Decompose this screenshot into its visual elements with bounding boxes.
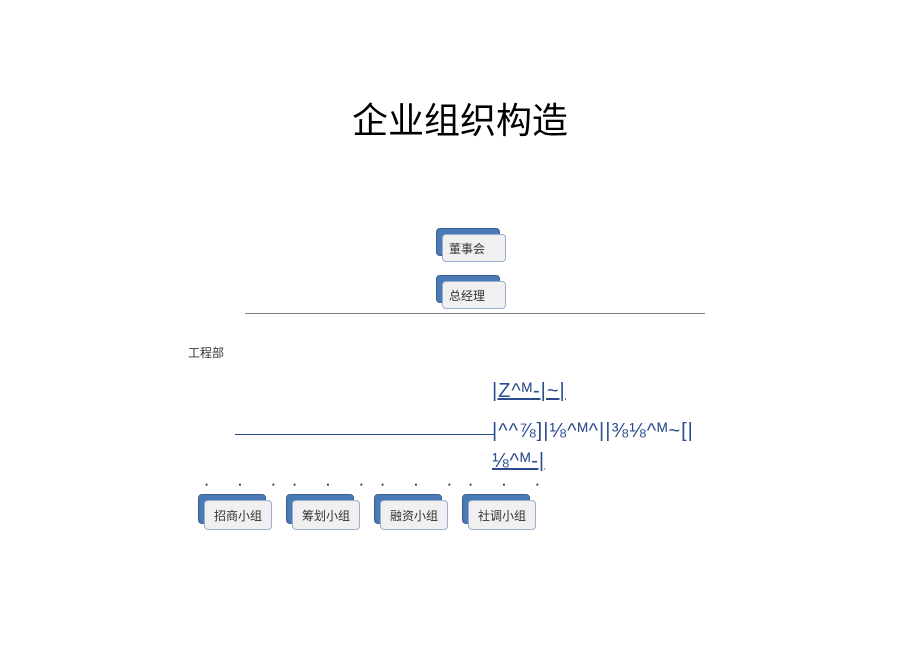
- node-label: 总经理: [442, 281, 506, 309]
- garbled-text-1: |Z^ᴹ-|~|: [492, 380, 566, 403]
- connector-line: [245, 313, 705, 314]
- node-label: 招商小组: [204, 500, 272, 530]
- connector-line-2: [235, 434, 495, 435]
- node-label: 董事会: [442, 234, 506, 262]
- dots: • • •: [381, 480, 465, 490]
- node-team-shediao: 社调小组: [462, 494, 538, 528]
- garbled-text-3: ⅛^ᴹ-|: [492, 450, 545, 473]
- dots: • • •: [205, 480, 289, 490]
- node-label: 融资小组: [380, 500, 448, 530]
- dots: • • •: [293, 480, 377, 490]
- node-label: 社调小组: [468, 500, 536, 530]
- node-team-zhaoshang: 招商小组: [198, 494, 274, 528]
- node-general-manager: 总经理: [436, 275, 508, 307]
- garbled-text-2: |^^⅞]|⅛^ᴹ^||⅜⅛^ᴹ~[|: [492, 420, 694, 443]
- node-board: 董事会: [436, 228, 508, 260]
- dots: • • •: [469, 480, 553, 490]
- node-label: 筹划小组: [292, 500, 360, 530]
- node-team-rongzi: 融资小组: [374, 494, 450, 528]
- dept-label: 工程部: [188, 344, 224, 361]
- node-team-chouhua: 筹划小组: [286, 494, 362, 528]
- page-title: 企业组织构造: [0, 92, 920, 144]
